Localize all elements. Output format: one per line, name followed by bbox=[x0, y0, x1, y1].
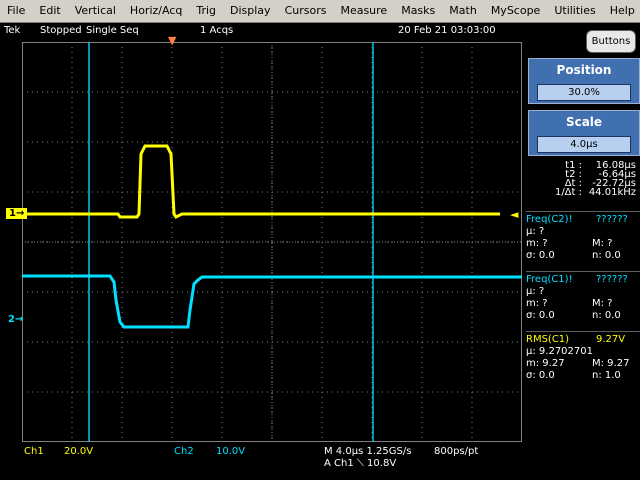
ch2-scale[interactable]: 10.0V bbox=[216, 446, 245, 457]
ch2-label[interactable]: Ch2 bbox=[174, 446, 194, 457]
measurement-stddev: σ: 0.0 bbox=[526, 250, 555, 261]
side-panel: Position 30.0% Scale 4.0µs t1 :16.08µs t2… bbox=[526, 56, 640, 440]
scale-value[interactable]: 4.0µs bbox=[537, 136, 631, 153]
measurement-value: ?????? bbox=[596, 274, 628, 285]
trigger-level-marker[interactable]: ◄ bbox=[510, 208, 518, 221]
measurement-separator bbox=[526, 211, 640, 212]
measurement-title: Freq(C2)! bbox=[526, 214, 573, 225]
position-label: Position bbox=[556, 63, 612, 77]
measurement-separator bbox=[526, 271, 640, 272]
measurement-value: 9.27V bbox=[596, 334, 626, 345]
measurement-title: RMS(C1) bbox=[526, 334, 570, 345]
measurement-value: ?????? bbox=[596, 214, 628, 225]
trigger-position-marker[interactable]: ▼ bbox=[168, 34, 176, 47]
menu-item-masks[interactable]: Masks bbox=[394, 0, 442, 22]
ch2-marker-label: 2 bbox=[8, 314, 15, 325]
measurement-min: m: ? bbox=[526, 298, 548, 309]
measurement-mean: µ: ? bbox=[526, 286, 545, 297]
record-length-readout[interactable]: 800ps/pt bbox=[434, 446, 478, 457]
measurement-title: Freq(C1)! bbox=[526, 274, 573, 285]
trigger-readout[interactable]: A Ch1 ⟍ 10.8V bbox=[324, 458, 396, 469]
ch1-scale[interactable]: 20.0V bbox=[64, 446, 93, 457]
measurement-max: M: 9.27 bbox=[592, 358, 630, 369]
menu-item-help[interactable]: Help bbox=[603, 0, 640, 22]
scale-control[interactable]: Scale 4.0µs bbox=[528, 110, 640, 156]
menu-item-trig[interactable]: Trig bbox=[189, 0, 223, 22]
measurement-min: m: ? bbox=[526, 238, 548, 249]
brand-label: Tek bbox=[4, 25, 21, 36]
ch1-trace bbox=[22, 144, 500, 219]
position-value[interactable]: 30.0% bbox=[537, 84, 631, 101]
cursor-readout-name: 1/Δt : bbox=[554, 187, 582, 198]
measurement-max: M: ? bbox=[592, 238, 613, 249]
menu-item-math[interactable]: Math bbox=[442, 0, 484, 22]
acquisition-state: Stopped bbox=[40, 25, 82, 36]
measurement-max: M: ? bbox=[592, 298, 613, 309]
measurement-mean: µ: 9.2702701 bbox=[526, 346, 593, 357]
menu-item-myscope[interactable]: MyScope bbox=[484, 0, 548, 22]
date-time: 20 Feb 21 03:03:00 bbox=[398, 25, 496, 36]
cursor-readout-value: 44.01kHz bbox=[588, 187, 636, 198]
measurement-count: n: 0.0 bbox=[592, 250, 621, 261]
menu-item-vertical[interactable]: Vertical bbox=[68, 0, 123, 22]
ch2-marker[interactable]: 2→ bbox=[8, 314, 23, 325]
waveform-display bbox=[22, 42, 522, 442]
menu-item-display[interactable]: Display bbox=[223, 0, 278, 22]
acquisition-count: 1 Acqs bbox=[200, 25, 234, 36]
ch2-trace bbox=[22, 274, 522, 329]
ch1-marker-label: 1 bbox=[9, 208, 16, 219]
status-bar: Tek Stopped Single Seq 1 Acqs 20 Feb 21 … bbox=[0, 23, 526, 39]
menu-item-measure[interactable]: Measure bbox=[333, 0, 394, 22]
measurement-stddev: σ: 0.0 bbox=[526, 310, 555, 321]
measurement-count: n: 0.0 bbox=[592, 310, 621, 321]
bottom-info-bar: Ch1 20.0V Ch2 10.0V M 4.0µs 1.25GS/s A C… bbox=[0, 442, 640, 480]
menu-bar: File Edit Vertical Horiz/Acq Trig Display Curs… bbox=[0, 0, 640, 23]
measurement-min: m: 9.27 bbox=[526, 358, 565, 369]
scale-label: Scale bbox=[565, 115, 603, 129]
acquisition-mode: Single Seq bbox=[86, 25, 139, 36]
measurement-separator bbox=[526, 331, 640, 332]
ch1-marker[interactable]: 1→ bbox=[6, 208, 28, 219]
menu-item-utilities[interactable]: Utilities bbox=[547, 0, 602, 22]
menu-item-cursors[interactable]: Cursors bbox=[278, 0, 334, 22]
measurement-mean: µ: ? bbox=[526, 226, 545, 237]
measurement-stddev: σ: 0.0 bbox=[526, 370, 555, 381]
ch1-label[interactable]: Ch1 bbox=[24, 446, 44, 457]
position-control[interactable]: Position 30.0% bbox=[528, 58, 640, 104]
timebase-readout[interactable]: M 4.0µs 1.25GS/s bbox=[324, 446, 411, 457]
menu-item-file[interactable]: File bbox=[0, 0, 32, 22]
menu-item-edit[interactable]: Edit bbox=[32, 0, 67, 22]
menu-item-horizacq[interactable]: Horiz/Acq bbox=[123, 0, 189, 22]
measurement-count: n: 1.0 bbox=[592, 370, 621, 381]
buttons-button[interactable]: Buttons bbox=[586, 30, 636, 53]
